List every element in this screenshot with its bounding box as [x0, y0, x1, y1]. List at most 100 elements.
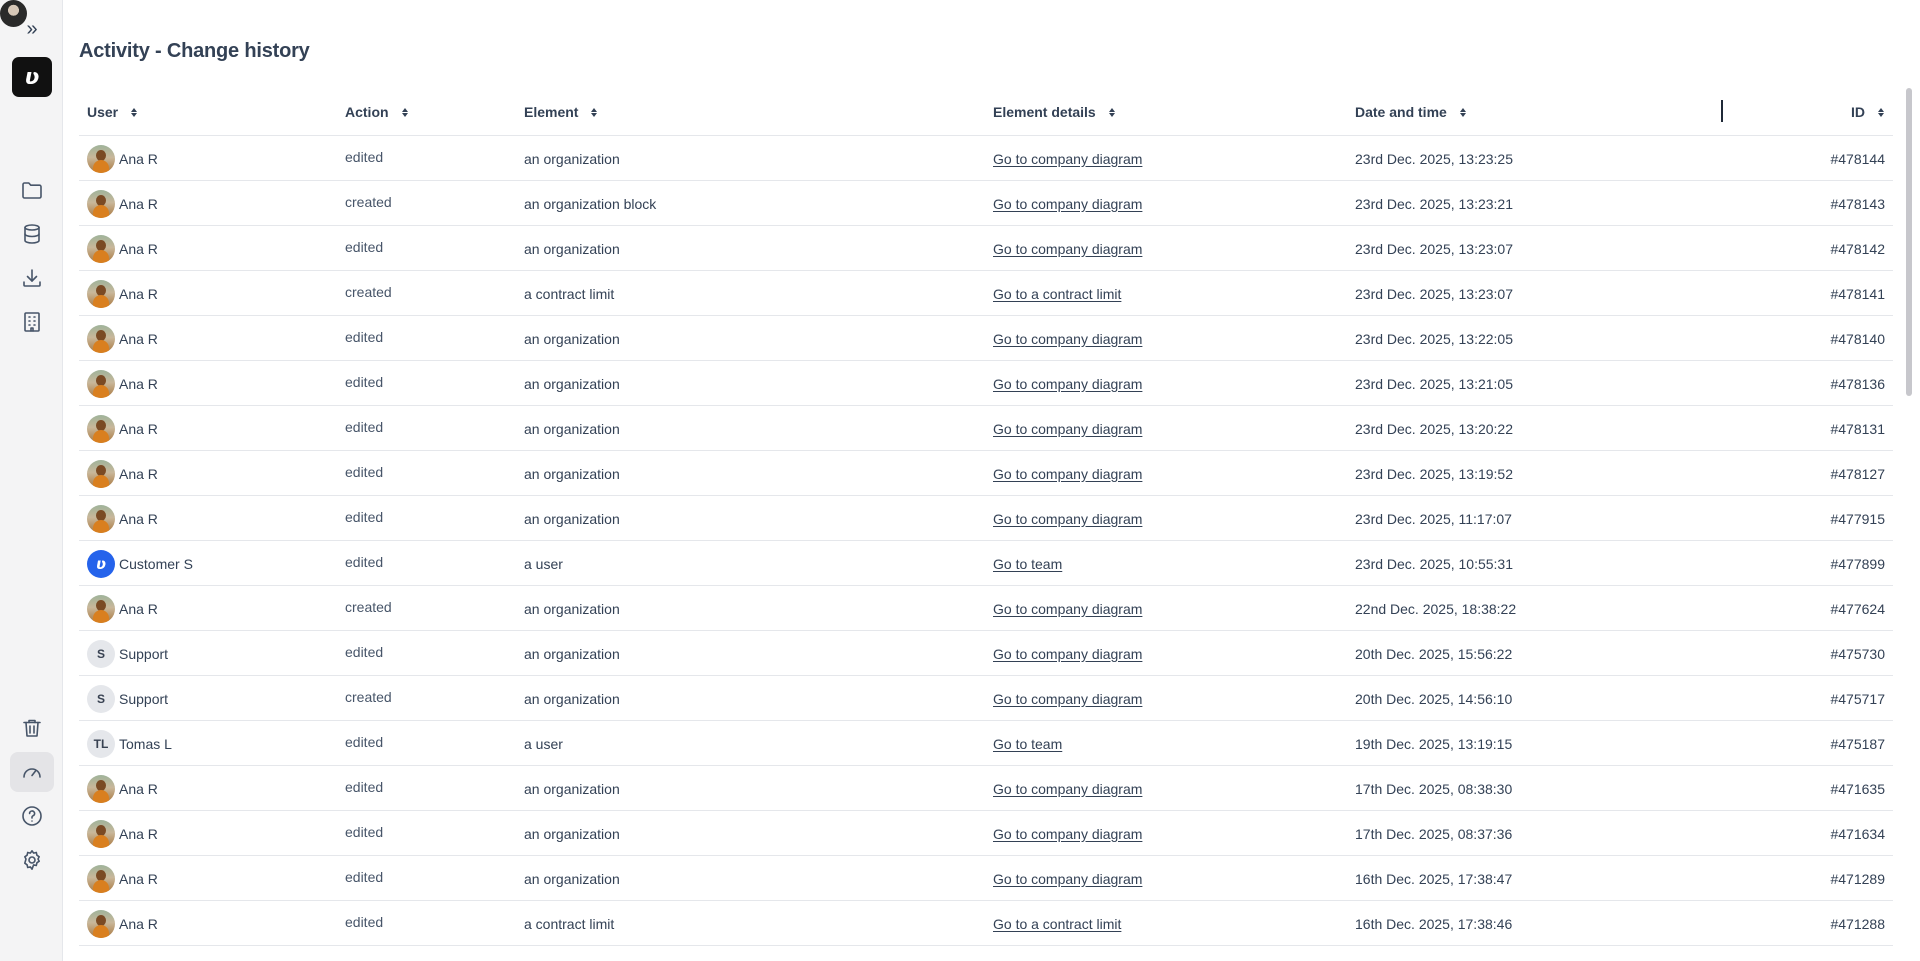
column-header-element[interactable]: Element: [524, 104, 598, 120]
element-details-link[interactable]: Go to company diagram: [993, 601, 1142, 617]
user-name: Ana R: [119, 825, 158, 842]
column-resize-handle[interactable]: [1721, 100, 1723, 122]
action-cell: edited: [345, 373, 384, 390]
user-avatar-photo: [87, 909, 115, 938]
building-icon: [24, 312, 40, 332]
user-avatar-initials: S: [87, 639, 115, 668]
element-details-link[interactable]: Go to company diagram: [993, 331, 1142, 347]
user-name: Tomas L: [119, 735, 172, 752]
sidebar-item-activity[interactable]: [10, 752, 54, 792]
id-cell: #471635: [1830, 780, 1885, 797]
user-name: Ana R: [119, 150, 158, 167]
table-row: ʋ Customer S edited a user Go to team 23…: [79, 541, 1893, 586]
user-name: Ana R: [119, 915, 158, 932]
element-details-link[interactable]: Go to company diagram: [993, 466, 1142, 482]
change-history-table: User Action Element Element details Date…: [79, 88, 1893, 946]
id-cell: #471288: [1830, 915, 1885, 932]
element-details-link[interactable]: Go to company diagram: [993, 151, 1142, 167]
element-details-link[interactable]: Go to company diagram: [993, 691, 1142, 707]
id-cell: #477899: [1830, 555, 1885, 572]
element-details-cell: Go to company diagram: [993, 811, 1142, 856]
sidebar-item-downloads[interactable]: [10, 258, 54, 298]
element-details-cell: Go to company diagram: [993, 406, 1142, 451]
date-time-cell: 20th Dec. 2025, 14:56:10: [1355, 690, 1513, 707]
element-details-link[interactable]: Go to company diagram: [993, 646, 1142, 662]
id-cell: #478144: [1830, 150, 1885, 167]
table-row: Ana R edited an organization Go to compa…: [79, 316, 1893, 361]
element-cell: an organization: [524, 375, 620, 392]
sort-icon: [401, 106, 409, 118]
column-header-action[interactable]: Action: [345, 104, 409, 120]
element-details-cell: Go to company diagram: [993, 316, 1142, 361]
sidebar-item-trash[interactable]: [10, 708, 54, 748]
user-cell: Ana R: [87, 136, 158, 181]
table-row: Ana R edited an organization Go to compa…: [79, 361, 1893, 406]
element-details-link[interactable]: Go to company diagram: [993, 196, 1142, 212]
user-name: Ana R: [119, 285, 158, 302]
element-details-link[interactable]: Go to company diagram: [993, 781, 1142, 797]
user-name: Ana R: [119, 195, 158, 212]
user-name: Ana R: [119, 600, 158, 617]
table-row: S Support edited an organization Go to c…: [79, 631, 1893, 676]
user-name: Ana R: [119, 510, 158, 527]
column-header-user[interactable]: User: [87, 104, 138, 120]
user-cell: Ana R: [87, 406, 158, 451]
sidebar-item-database[interactable]: [10, 214, 54, 254]
element-cell: an organization: [524, 150, 620, 167]
id-cell: #477624: [1830, 600, 1885, 617]
user-cell: Ana R: [87, 901, 158, 946]
element-details-link[interactable]: Go to company diagram: [993, 421, 1142, 437]
element-details-cell: Go to company diagram: [993, 451, 1142, 496]
element-details-link[interactable]: Go to company diagram: [993, 511, 1142, 527]
column-label: Date and time: [1355, 104, 1447, 120]
action-cell: created: [345, 193, 392, 210]
id-cell: #475187: [1830, 735, 1885, 752]
element-details-link[interactable]: Go to a contract limit: [993, 916, 1121, 932]
element-details-link[interactable]: Go to team: [993, 556, 1062, 572]
user-avatar-photo: [87, 144, 115, 173]
column-header-element-details[interactable]: Element details: [993, 104, 1116, 120]
column-header-date-time[interactable]: Date and time: [1355, 104, 1467, 120]
user-avatar-photo: [87, 189, 115, 218]
sidebar-item-help[interactable]: [10, 796, 54, 836]
element-cell: an organization: [524, 420, 620, 437]
table-row: Ana R edited an organization Go to compa…: [79, 496, 1893, 541]
element-details-link[interactable]: Go to company diagram: [993, 871, 1142, 887]
element-details-link[interactable]: Go to company diagram: [993, 241, 1142, 257]
sort-icon: [130, 106, 138, 118]
user-cell: Ana R: [87, 586, 158, 631]
element-details-link[interactable]: Go to company diagram: [993, 826, 1142, 842]
expand-sidebar-button[interactable]: »: [10, 9, 54, 49]
element-details-cell: Go to team: [993, 721, 1062, 766]
user-avatar-photo: [87, 819, 115, 848]
date-time-cell: 17th Dec. 2025, 08:37:36: [1355, 825, 1513, 842]
user-cell: Ana R: [87, 766, 158, 811]
table-row: Ana R edited an organization Go to compa…: [79, 766, 1893, 811]
user-cell: Ana R: [87, 496, 158, 541]
element-details-link[interactable]: Go to team: [993, 736, 1062, 752]
element-details-cell: Go to a contract limit: [993, 901, 1121, 946]
table-row: TL Tomas L edited a user Go to team 19th…: [79, 721, 1893, 766]
download-icon: [23, 269, 41, 287]
table-row: Ana R created an organization Go to comp…: [79, 586, 1893, 631]
column-header-id[interactable]: ID: [1851, 104, 1885, 120]
date-time-cell: 16th Dec. 2025, 17:38:46: [1355, 915, 1513, 932]
sidebar-item-company[interactable]: [10, 302, 54, 342]
app-logo[interactable]: ʋ: [12, 57, 52, 97]
element-details-link[interactable]: Go to company diagram: [993, 376, 1142, 392]
column-label: User: [87, 104, 119, 120]
table-row: Ana R edited a contract limit Go to a co…: [79, 901, 1893, 946]
table-header: User Action Element Element details Date…: [79, 88, 1893, 136]
gear-icon: [24, 850, 40, 870]
element-details-link[interactable]: Go to a contract limit: [993, 286, 1121, 302]
user-cell: S Support: [87, 676, 168, 721]
date-time-cell: 23rd Dec. 2025, 13:23:07: [1355, 285, 1514, 302]
sidebar-item-folders[interactable]: [10, 170, 54, 210]
sidebar-item-settings[interactable]: [10, 840, 54, 880]
element-details-cell: Go to company diagram: [993, 496, 1142, 541]
user-avatar-initials: S: [87, 684, 115, 713]
column-label: Action: [345, 104, 389, 120]
user-cell: Ana R: [87, 271, 158, 316]
user-cell: Ana R: [87, 856, 158, 901]
vertical-scrollbar[interactable]: [1906, 88, 1912, 396]
